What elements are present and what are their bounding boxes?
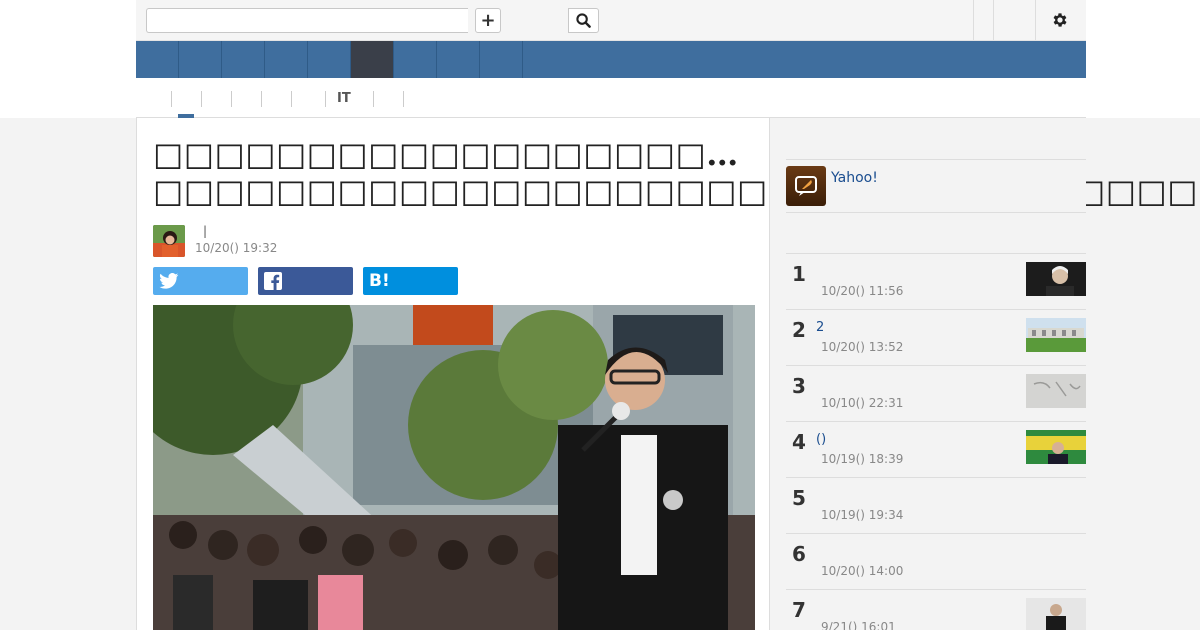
promo-app-icon[interactable] bbox=[786, 166, 826, 206]
rank-number: 3 bbox=[792, 374, 806, 398]
sub-tab-3[interactable] bbox=[231, 91, 243, 107]
rank-date: 9/21() 16:01 bbox=[821, 620, 896, 630]
rank-date: 10/20() 14:00 bbox=[821, 564, 904, 578]
nav-tab-2[interactable] bbox=[179, 41, 222, 78]
sub-tab-2[interactable] bbox=[201, 91, 213, 107]
search-bar-row: + bbox=[136, 0, 1086, 41]
rank-title[interactable]: 2 bbox=[816, 320, 824, 335]
nav-tab-3[interactable] bbox=[222, 41, 265, 78]
sub-tab-it[interactable]: IT bbox=[325, 91, 351, 107]
nav-tab-5[interactable] bbox=[308, 41, 351, 78]
nav-tab-9[interactable] bbox=[480, 41, 523, 78]
promo-link[interactable]: Yahoo! bbox=[831, 170, 878, 186]
sidebar-promo: Yahoo! bbox=[786, 159, 1086, 213]
sub-tab-5[interactable] bbox=[291, 91, 303, 107]
rank-thumbnail[interactable] bbox=[1026, 598, 1086, 630]
rank-number: 1 bbox=[792, 262, 806, 286]
hatena-bookmark-icon: B! bbox=[369, 271, 390, 291]
facebook-f-icon bbox=[264, 272, 282, 290]
author-separator: | bbox=[203, 224, 208, 238]
sub-tab-4[interactable] bbox=[261, 91, 273, 107]
header-divider bbox=[1035, 0, 1036, 40]
rank-number: 2 bbox=[792, 318, 806, 342]
rank-number: 6 bbox=[792, 542, 806, 566]
rank-date: 10/19() 19:34 bbox=[821, 508, 904, 522]
rank-date: 10/20() 11:56 bbox=[821, 284, 904, 298]
rank-thumbnail[interactable] bbox=[1026, 374, 1086, 408]
ranking-item[interactable]: 1 10/20() 11:56 bbox=[786, 254, 1086, 310]
rank-number: 7 bbox=[792, 598, 806, 622]
share-facebook-button[interactable] bbox=[258, 267, 353, 295]
rank-date: 10/19() 18:39 bbox=[821, 452, 904, 466]
sub-tab-7[interactable] bbox=[373, 91, 385, 107]
nav-tab-7[interactable] bbox=[394, 41, 437, 78]
rank-thumbnail[interactable] bbox=[1026, 262, 1086, 296]
ranking-item[interactable]: 7 9/21() 16:01 bbox=[786, 590, 1086, 630]
settings-button[interactable] bbox=[1049, 9, 1071, 31]
share-twitter-button[interactable] bbox=[153, 267, 248, 295]
search-icon bbox=[576, 13, 591, 28]
sub-tab-1[interactable] bbox=[171, 91, 183, 107]
gear-icon bbox=[1053, 13, 1067, 27]
header-divider bbox=[973, 0, 974, 40]
main-nav bbox=[136, 41, 1086, 78]
rank-number: 5 bbox=[792, 486, 806, 510]
post-date: 10/20() 19:32 bbox=[195, 241, 278, 255]
rank-number: 4 bbox=[792, 430, 806, 454]
ranking-item[interactable]: 6 10/20() 14:00 bbox=[786, 534, 1086, 590]
header-divider bbox=[993, 0, 994, 40]
twitter-bird-icon bbox=[159, 273, 179, 289]
article-hero-image bbox=[153, 305, 755, 630]
rank-thumbnail[interactable] bbox=[1026, 318, 1086, 352]
search-input[interactable] bbox=[146, 8, 468, 33]
search-button[interactable] bbox=[568, 8, 599, 33]
ranking-list: 1 10/20() 11:56 2 2 10/20() 13:52 3 10/1… bbox=[786, 253, 1086, 630]
article: □□□□□□□□□□□□□□□□□□…□□□□□□□□□□□□□□□□□□□□□… bbox=[136, 118, 1198, 630]
nav-tab-4[interactable] bbox=[265, 41, 308, 78]
author-photo bbox=[153, 225, 185, 257]
feather-pen-icon bbox=[795, 176, 817, 196]
article-headline: □□□□□□□□□□□□□□□□□□…□□□□□□□□□□□□□□□□□□□□□… bbox=[153, 135, 1198, 210]
ranking-item[interactable]: 2 2 10/20() 13:52 bbox=[786, 310, 1086, 366]
site-header: + IT bbox=[0, 0, 1200, 118]
nav-tab-1[interactable] bbox=[136, 41, 179, 78]
nav-tab-8[interactable] bbox=[437, 41, 480, 78]
sub-nav: IT bbox=[136, 78, 1086, 118]
sub-tab-8[interactable] bbox=[403, 91, 415, 107]
rank-thumbnail[interactable] bbox=[1026, 430, 1086, 464]
author-avatar[interactable] bbox=[153, 225, 185, 257]
street-speech-photo bbox=[153, 305, 755, 630]
rank-date: 10/20() 13:52 bbox=[821, 340, 904, 354]
share-hatena-button[interactable]: B! bbox=[363, 267, 458, 295]
rank-title[interactable]: () bbox=[816, 432, 826, 447]
add-button[interactable]: + bbox=[475, 8, 501, 33]
ranking-item[interactable]: 4 () 10/19() 18:39 bbox=[786, 422, 1086, 478]
ranking-item[interactable]: 5 10/19() 19:34 bbox=[786, 478, 1086, 534]
sidebar: Yahoo! 1 10/20() 11:56 2 2 10/20() 13:52… bbox=[770, 118, 1086, 630]
ranking-item[interactable]: 3 10/10() 22:31 bbox=[786, 366, 1086, 422]
rank-date: 10/10() 22:31 bbox=[821, 396, 904, 410]
nav-tab-6-active[interactable] bbox=[351, 41, 394, 78]
